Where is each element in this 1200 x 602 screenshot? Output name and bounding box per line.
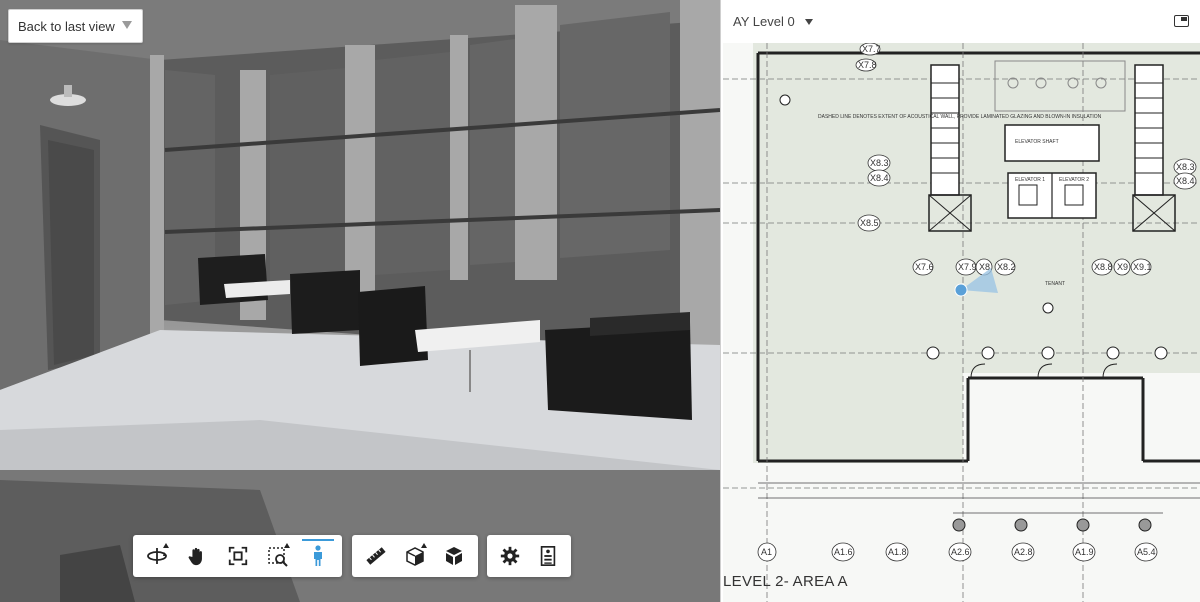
bim-viewer-app: Back to last view AY Level 0 ELEVATOR SH… [0,0,1200,602]
grid-label-a2-6: A2.6 [951,547,970,557]
fit-view-icon [228,546,247,566]
model-toolbar [352,535,478,577]
grid-label-a1-9: A1.9 [1075,547,1094,557]
submenu-indicator-icon [283,543,290,548]
settings-button[interactable] [491,535,529,577]
grid-label-x8-8: X8.8 [1094,262,1113,272]
grid-label-x7-8: X7.8 [858,60,877,70]
submenu-indicator-icon [420,543,427,548]
grid-label-x8-5: X8.5 [860,218,879,228]
dimension-lines [758,482,1200,514]
grid-label-a1: A1 [761,547,772,557]
chevron-down-icon[interactable] [804,18,813,25]
elevator-2-label: ELEVATOR 2 [1059,177,1089,183]
grid-label-x9: X9 [1117,262,1128,272]
properties-icon [540,546,556,566]
grid-label-x8-2: X8.2 [997,262,1016,272]
grid-label-a1-8: A1.8 [888,547,907,557]
first-person-button[interactable] [298,535,338,577]
back-to-last-view-label: Back to last view [18,18,115,34]
hand-icon [188,547,203,566]
elevator-1-label: ELEVATOR 1 [1015,177,1045,183]
area-title: LEVEL 2- AREA A [723,573,848,590]
person-icon [313,545,322,566]
grid-label-a5-4: A5.4 [1137,547,1156,557]
grid-label-x8-4-right: X8.4 [1176,176,1195,186]
door [48,140,94,365]
floor-plan-sheet[interactable]: ELEVATOR SHAFT ELEVATOR 1 ELEVATOR 2 DAS… [723,43,1200,602]
fit-to-view-button[interactable] [217,535,257,577]
settings-toolbar [487,535,571,577]
grid-label-x8-3-right: X8.3 [1176,162,1195,172]
elevator-shaft-label: ELEVATOR SHAFT [1015,139,1059,145]
minimize-panel-icon[interactable] [1174,15,1189,27]
grid-label-x8-4: X8.4 [870,173,889,183]
grid-label-x7-6: X7.6 [915,262,934,272]
section-button[interactable] [395,535,434,577]
chevron-down-icon[interactable] [122,21,132,29]
back-to-last-view-dropdown[interactable]: Back to last view [8,9,143,43]
plan-lower-notch [963,373,1200,463]
drawing-note: DASHED LINE DENOTES EXTENT OF ACOUSTICAL… [818,114,1102,120]
gear-icon [500,546,520,566]
grid-label-a2-8: A2.8 [1014,547,1033,557]
properties-button[interactable] [529,535,567,577]
sheet-panel: AY Level 0 ELEVATOR SHAFT ELEVATOR 1 ELE… [720,0,1200,602]
3d-scene[interactable] [0,0,720,602]
grid-label-x8-3: X8.3 [870,158,889,168]
explode-button[interactable] [435,535,474,577]
pan-button[interactable] [177,535,217,577]
zoom-window-button[interactable] [258,535,298,577]
navigation-toolbar [133,535,342,577]
tenant-label: TENANT [1045,281,1065,287]
orbit-button[interactable] [137,535,177,577]
columns [952,518,1152,532]
3d-viewport[interactable]: Back to last view [0,0,720,602]
floor-plan-drawing[interactable]: ELEVATOR SHAFT ELEVATOR 1 ELEVATOR 2 DAS… [723,43,1200,602]
sheet-header: AY Level 0 [721,0,1200,43]
grid-label-x7-7: X7.7 [862,44,881,54]
measure-button[interactable] [356,535,395,577]
ruler-icon [366,547,386,565]
level-selector[interactable]: AY Level 0 [733,14,795,29]
grid-label-x9-1: X9.1 [1133,262,1152,272]
submenu-indicator-icon [163,543,170,548]
grid-label-a1-6: A1.6 [834,547,853,557]
light-stem [64,85,72,97]
grid-label-x7-9: X7.9 [958,262,977,272]
cube-explode-icon [446,547,463,565]
grid-bubbles-bottom: A1 A1.6 A1.8 A2.6 A2.8 A1.9 A5.4 [757,542,1158,562]
